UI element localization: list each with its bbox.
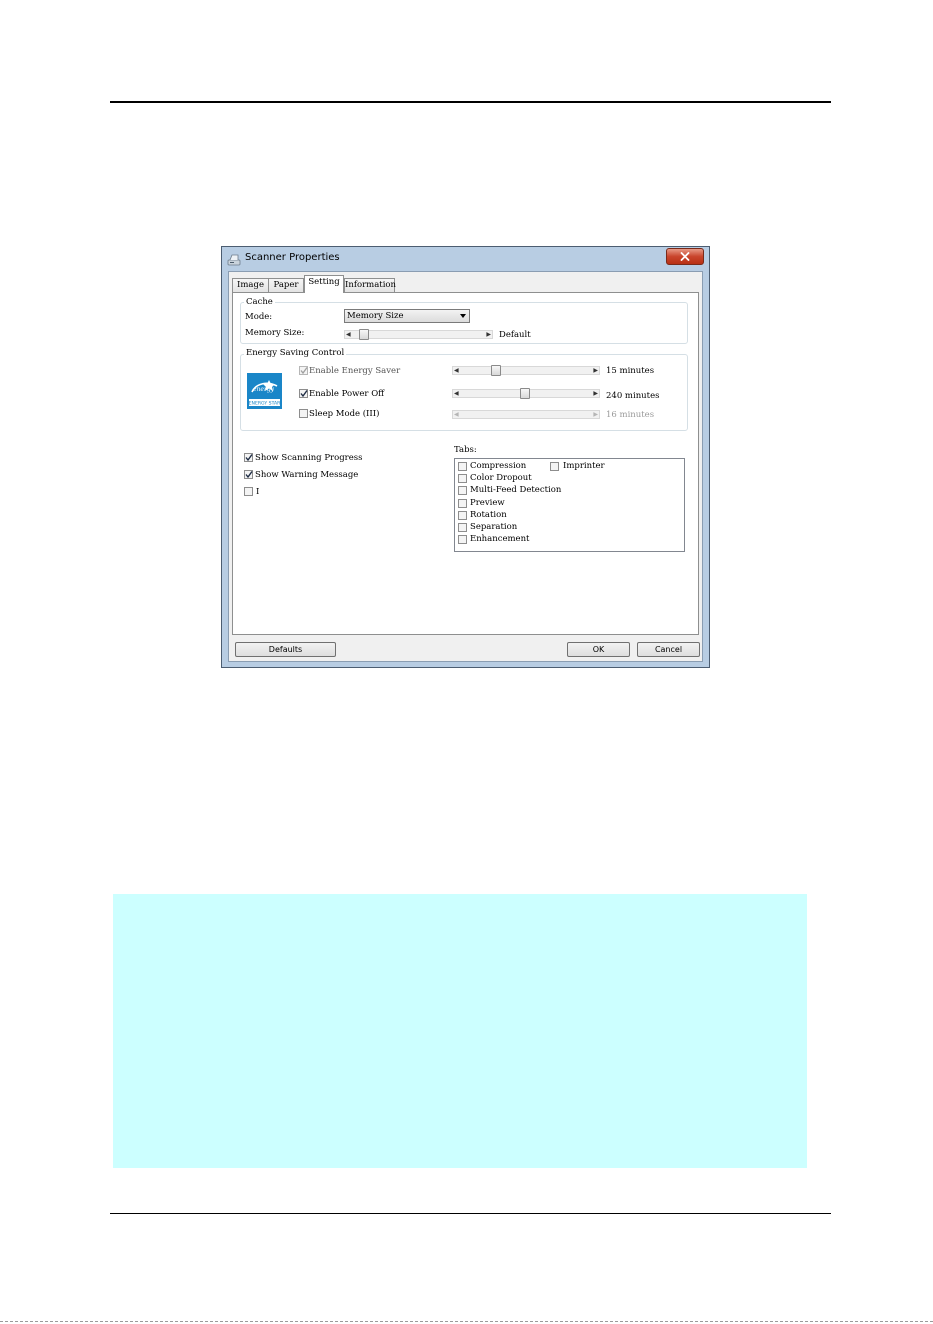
energy-saver-slider-thumb[interactable]: [491, 365, 501, 376]
slider-right-arrow-icon[interactable]: ▶: [486, 332, 491, 338]
option-i-label: I: [256, 487, 260, 497]
window-title: Scanner Properties: [245, 252, 340, 263]
dialog-client-area: Image Paper Setting Information Cache Mo…: [228, 271, 703, 662]
note-box: [113, 894, 807, 1168]
memory-size-slider-thumb[interactable]: [359, 329, 369, 340]
check-icon: [300, 390, 308, 398]
tab-information[interactable]: Information: [344, 278, 396, 292]
tab-setting[interactable]: Setting: [304, 275, 344, 293]
enable-energy-saver-label: Enable Energy Saver: [309, 366, 401, 376]
tabs-listbox: Compression Imprinter Color Dropout Mult…: [454, 458, 685, 552]
imprinter-label: Imprinter: [563, 461, 605, 471]
show-warning-message-checkbox[interactable]: [244, 470, 253, 479]
preview-label: Preview: [470, 498, 505, 508]
close-icon: [680, 252, 690, 261]
sleep-mode-checkbox[interactable]: [299, 409, 308, 418]
svg-text:energy: energy: [253, 386, 275, 393]
separation-checkbox[interactable]: [458, 523, 467, 532]
close-button[interactable]: [666, 248, 704, 265]
check-icon: [245, 454, 253, 462]
compression-label: Compression: [470, 461, 527, 471]
page-bottom-edge: [0, 1321, 933, 1322]
memory-size-slider[interactable]: ◀ ▶: [344, 329, 493, 340]
color-dropout-checkbox[interactable]: [458, 474, 467, 483]
slider-left-arrow-icon[interactable]: ◀: [454, 391, 459, 397]
slider-right-arrow-icon[interactable]: ▶: [593, 391, 598, 397]
footer-rule: [110, 1213, 831, 1214]
check-icon: [300, 367, 308, 375]
tab-paper[interactable]: Paper: [268, 278, 304, 292]
chevron-down-icon: [460, 314, 466, 318]
slider-right-arrow-icon[interactable]: ▶: [593, 368, 598, 374]
mode-dropdown[interactable]: Memory Size: [344, 309, 470, 323]
tab-image[interactable]: Image: [232, 278, 269, 292]
slider-left-arrow-icon[interactable]: ◀: [346, 332, 351, 338]
enhancement-label: Enhancement: [470, 534, 530, 544]
power-off-slider[interactable]: ◀ ▶: [452, 388, 600, 399]
imprinter-checkbox[interactable]: [550, 462, 559, 471]
enable-power-off-label: Enable Power Off: [309, 389, 385, 399]
power-off-slider-thumb[interactable]: [520, 388, 530, 399]
compression-checkbox[interactable]: [458, 462, 467, 471]
multi-feed-detection-checkbox[interactable]: [458, 486, 467, 495]
rotation-checkbox[interactable]: [458, 511, 467, 520]
svg-text:ENERGY STAR: ENERGY STAR: [249, 401, 282, 407]
slider-left-arrow-icon[interactable]: ◀: [454, 368, 459, 374]
enable-power-off-checkbox[interactable]: [299, 389, 308, 398]
enhancement-checkbox[interactable]: [458, 535, 467, 544]
slider-right-arrow-icon[interactable]: ▶: [593, 412, 598, 418]
energy-star-logo: energy ENERGY STAR: [247, 373, 282, 409]
setting-panel: Cache Mode: Memory Size Memory Size: ◀ ▶…: [232, 292, 699, 635]
scanner-properties-window: Scanner Properties Image Paper Setting I…: [221, 246, 710, 668]
mode-label: Mode:: [245, 312, 273, 322]
slider-left-arrow-icon[interactable]: ◀: [454, 412, 459, 418]
ok-button[interactable]: OK: [567, 642, 630, 657]
option-i-checkbox[interactable]: [244, 487, 253, 496]
cancel-button[interactable]: Cancel: [637, 642, 700, 657]
defaults-button[interactable]: Defaults: [235, 642, 336, 657]
sleep-mode-label: Sleep Mode (III): [309, 409, 380, 419]
separation-label: Separation: [470, 522, 518, 532]
energy-saver-slider[interactable]: ◀ ▶: [452, 365, 600, 376]
cache-group-label: Cache: [244, 297, 275, 307]
multi-feed-detection-label: Multi-Feed Detection: [470, 485, 562, 495]
sleep-mode-value: 16 minutes: [606, 410, 655, 420]
power-off-value: 240 minutes: [606, 391, 660, 401]
show-scanning-progress-checkbox[interactable]: [244, 453, 253, 462]
header-rule: [110, 101, 831, 103]
scanner-icon: [227, 252, 241, 266]
memory-size-label: Memory Size:: [245, 328, 305, 338]
show-scanning-progress-label: Show Scanning Progress: [255, 453, 363, 463]
enable-energy-saver-checkbox[interactable]: [299, 366, 308, 375]
memory-size-value: Default: [499, 330, 531, 340]
preview-checkbox[interactable]: [458, 499, 467, 508]
sleep-mode-slider[interactable]: ◀ ▶: [452, 410, 600, 419]
energy-saving-group-label: Energy Saving Control: [244, 348, 347, 358]
tabs-label: Tabs:: [454, 445, 477, 455]
energy-saver-value: 15 minutes: [606, 366, 655, 376]
mode-value: Memory Size: [347, 311, 404, 321]
show-warning-message-label: Show Warning Message: [255, 470, 359, 480]
rotation-label: Rotation: [470, 510, 507, 520]
title-bar[interactable]: Scanner Properties: [222, 247, 709, 271]
check-icon: [245, 471, 253, 479]
color-dropout-label: Color Dropout: [470, 473, 532, 483]
